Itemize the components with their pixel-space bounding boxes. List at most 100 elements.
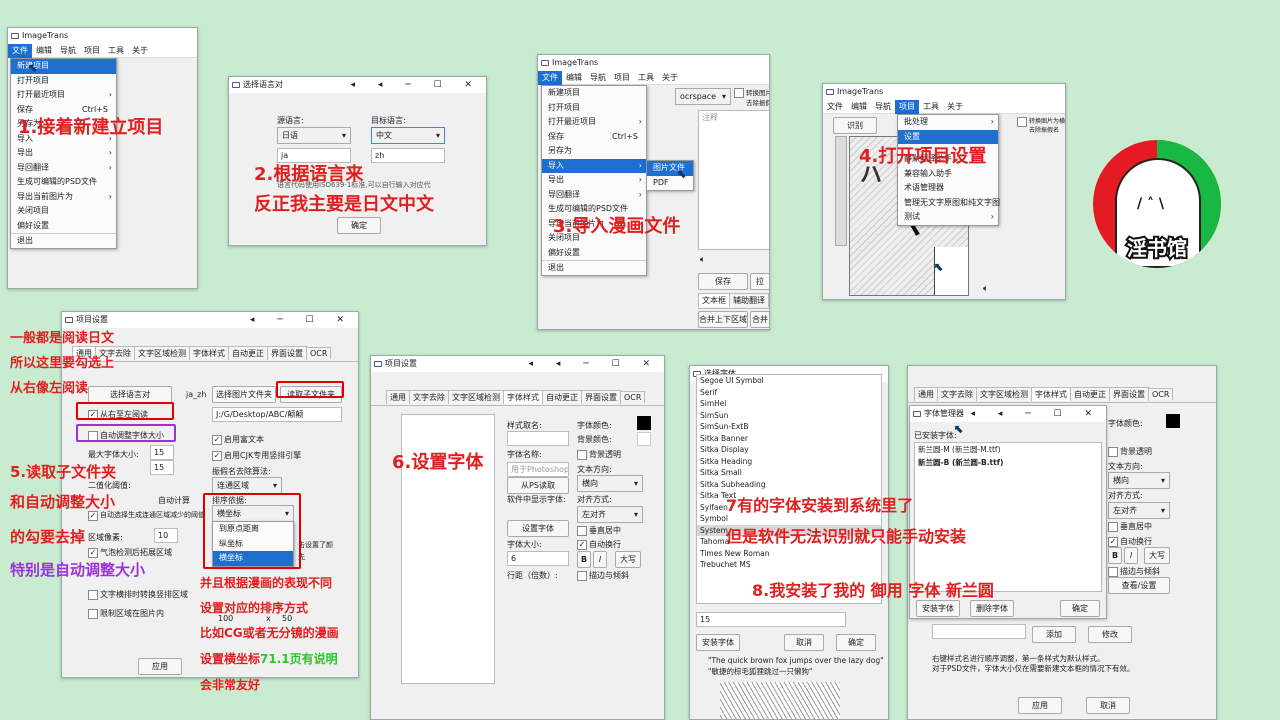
menu-item-new-project[interactable]: 新建项目 [11, 59, 116, 74]
installed-font-item[interactable]: 新兰圆-M (新兰圆-M.ttf) [915, 443, 1101, 456]
ok-button[interactable]: 确定 [1060, 600, 1100, 617]
menu-item-export-image[interactable]: 导出当前图片为 › [11, 190, 116, 205]
menu-tools[interactable]: 工具 [104, 44, 128, 58]
style-name-field[interactable] [507, 431, 569, 446]
font-item[interactable]: Serif [697, 387, 881, 399]
italic-button[interactable]: I [593, 551, 607, 568]
menu-file[interactable]: 文件 [8, 44, 32, 58]
tab-text-region[interactable]: 文字区域检测 [134, 346, 190, 360]
menu-about[interactable]: 关于 [658, 71, 682, 85]
menu-item-open-project[interactable]: 打开项目 [11, 74, 116, 89]
select-folder-button[interactable]: 选择图片文件夹 [212, 386, 276, 403]
font-list[interactable]: Segoe UI Symbol Serif SimHei SimSun SimS… [696, 374, 882, 604]
menu-item-export-translation[interactable]: 导回翻译 › [11, 161, 116, 176]
bold-button[interactable]: B [577, 551, 591, 568]
source-lang-select[interactable]: 日语 [277, 127, 351, 144]
menu-edit[interactable]: 编辑 [32, 44, 56, 58]
menu-item-export-translation[interactable]: 导回翻译 › [542, 188, 646, 203]
font-item[interactable]: Trebuchet MS [697, 559, 881, 571]
menu-edit[interactable]: 编辑 [562, 71, 586, 85]
font-item[interactable]: Sitka Banner [697, 433, 881, 445]
font-item[interactable]: Segoe UI Symbol [697, 375, 881, 387]
note-area[interactable]: 注释 [698, 110, 769, 250]
view-settings-button[interactable]: 查看/设置 [1108, 577, 1170, 594]
convert-horizontal-check[interactable]: 转换图片为横排 [1017, 116, 1065, 127]
tab-ocr[interactable]: OCR [620, 391, 646, 403]
menu-project[interactable]: 项目 [895, 100, 919, 114]
menu-nav[interactable]: 导航 [871, 100, 895, 114]
convert-image-check[interactable]: 转换图片为 [734, 87, 769, 98]
menu-tools[interactable]: 工具 [919, 100, 943, 114]
tab-general[interactable]: 通用 [386, 390, 410, 404]
tab-assist[interactable]: 辅助翻译 [729, 293, 769, 307]
caps-button[interactable]: 大写 [1144, 547, 1170, 564]
menu-project[interactable]: 项目 [610, 71, 634, 85]
menu-item-test[interactable]: 测试 › [898, 210, 998, 225]
limit-region-check[interactable]: 限制区域在图片内 [88, 608, 164, 619]
other-button[interactable]: 拉 [750, 273, 769, 290]
window-controls[interactable]: ◂ ◂ ─ ☐ ✕ [350, 77, 482, 93]
menu-item-open-project[interactable]: 打开项目 [542, 101, 646, 116]
font-item[interactable]: SimSun-ExtB [697, 421, 881, 433]
menu-item-close-project[interactable]: 关闭项目 [11, 204, 116, 219]
cancel-button[interactable]: 取消 [1086, 697, 1130, 714]
tab-general[interactable]: 通用 [914, 387, 938, 401]
tab-font-style[interactable]: 字体样式 [503, 390, 543, 404]
font-size-field[interactable]: 6 [507, 551, 569, 566]
folder-path-field[interactable]: J:/G/Desktop/ABC/颠颠 [212, 407, 342, 422]
installed-font-list[interactable]: 新兰圆-M (新兰圆-M.ttf) 新兰圆-B (新兰圆-B.ttf) [914, 442, 1102, 592]
font-item[interactable]: Sitka Display [697, 444, 881, 456]
ok-button[interactable]: 确定 [337, 217, 381, 234]
textbox-convert-check[interactable]: 文字横排时转换竖排区域 [88, 589, 188, 600]
tab-font-style[interactable]: 字体样式 [189, 346, 229, 360]
menu-item-compat-helper[interactable]: 兼容输入助手 [898, 167, 998, 182]
apply-button[interactable]: 应用 [138, 658, 182, 675]
menu-item-save-as[interactable]: 另存为 [542, 144, 646, 159]
rich-text-check[interactable]: 启用富文本 [212, 434, 264, 445]
save-button[interactable]: 保存 [698, 273, 748, 290]
merge-button[interactable]: 合并 [750, 311, 769, 328]
max-font-field[interactable]: 15 [150, 445, 174, 460]
stroke-check[interactable]: 描边与倾斜 [577, 570, 629, 581]
tab-text-removal[interactable]: 文字去除 [409, 390, 449, 404]
recognize-button[interactable]: 识别 [833, 117, 877, 134]
font-item[interactable]: Times New Roman [697, 548, 881, 560]
target-code-field[interactable]: zh [371, 148, 445, 163]
merge-region-button[interactable]: 合并上下区域 [698, 311, 748, 328]
menu-nav[interactable]: 导航 [56, 44, 80, 58]
menu-nav[interactable]: 导航 [586, 71, 610, 85]
caps-button[interactable]: 大写 [615, 551, 641, 568]
align-select[interactable]: 左对齐 [577, 506, 643, 523]
menu-item-manage-no-text[interactable]: 管理无文字原图和纯文字图 [898, 196, 1000, 211]
photoshop-font-field[interactable]: 用于Photoshop [507, 462, 569, 477]
tab-ocr[interactable]: OCR [306, 347, 332, 359]
tab-text-region[interactable]: 文字区域检测 [448, 390, 504, 404]
menu-project[interactable]: 项目 [80, 44, 104, 58]
italic-button[interactable]: I [1124, 547, 1138, 564]
font-item[interactable]: SimHei [697, 398, 881, 410]
tab-textbox[interactable]: 文本框 [698, 293, 730, 307]
cancel-button[interactable]: 取消 [784, 634, 824, 651]
menu-file[interactable]: 文件 [538, 71, 562, 85]
menu-item-import[interactable]: 导入 › [542, 158, 646, 173]
tab-ui[interactable]: 界面设置 [581, 390, 621, 404]
menu-item-glossary[interactable]: 术语管理器 [898, 181, 998, 196]
bubble-check[interactable]: 气泡检测后拓展区域 [88, 547, 172, 558]
menu-item-open-recent[interactable]: 打开最近项目 › [11, 88, 116, 103]
menu-file[interactable]: 文件 [823, 100, 847, 114]
font-item[interactable]: SimSun [697, 410, 881, 422]
menu-edit[interactable]: 编辑 [847, 100, 871, 114]
menu-item-exit[interactable]: 退出 [11, 233, 116, 248]
installed-font-item[interactable]: 新兰圆-B (新兰圆-B.ttf) [915, 456, 1101, 469]
vcenter-check[interactable]: 垂直居中 [577, 525, 621, 536]
tab-autocorrect[interactable]: 自动更正 [228, 346, 268, 360]
font-color-swatch[interactable] [1166, 414, 1180, 428]
cjk-vertical-check[interactable]: 启用CJK专用竖排引擎 [212, 450, 301, 461]
tab-ui[interactable]: 界面设置 [267, 346, 307, 360]
set-font-button[interactable]: 设置字体 [507, 520, 569, 537]
menu-item-gen-psd[interactable]: 生成可编辑的PSD文件 [11, 175, 116, 190]
menu-about[interactable]: 关于 [128, 44, 152, 58]
font-item[interactable]: Sitka Subheading [697, 479, 881, 491]
menu-item-preferences[interactable]: 偏好设置 [542, 246, 646, 261]
apply-button[interactable]: 应用 [1018, 697, 1062, 714]
